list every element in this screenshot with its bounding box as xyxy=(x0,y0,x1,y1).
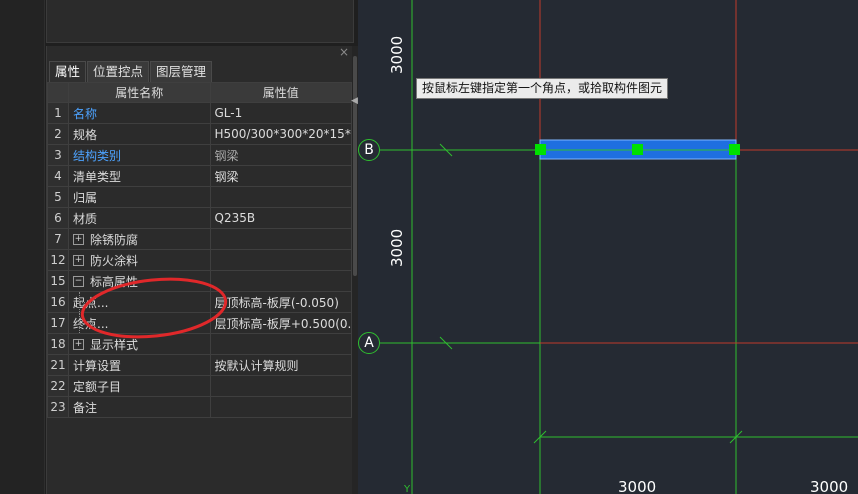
table-row[interactable]: 4 清单类型 钢梁 xyxy=(47,165,352,187)
expand-icon[interactable]: + xyxy=(73,338,84,350)
drawing-canvas[interactable]: 3000 3000 3000 3000 B A 按鼠标左键指定第一个角点，或拾取… xyxy=(358,0,858,494)
table-row[interactable]: 5 归属 xyxy=(47,186,352,208)
table-row[interactable]: 16 起点... 层顶标高-板厚(-0.050) xyxy=(47,291,352,313)
table-row[interactable]: 3 结构类别 钢梁 xyxy=(47,144,352,166)
table-row[interactable]: 2 规格 H500/300*300*20*15*15 xyxy=(47,123,352,145)
table-row[interactable]: 15 − 标高属性 xyxy=(47,270,352,292)
property-value[interactable] xyxy=(209,333,352,355)
row-number: 6 xyxy=(47,207,69,229)
property-value[interactable] xyxy=(209,249,352,271)
collapse-arrow-icon[interactable]: ◀ xyxy=(351,96,358,106)
property-name-label: 显示样式 xyxy=(90,337,139,352)
property-name-label: 除锈防腐 xyxy=(90,232,139,247)
property-value[interactable]: GL-1 xyxy=(209,102,352,124)
header-property-name: 属性名称 xyxy=(68,82,211,103)
property-name: 起点... xyxy=(68,291,211,313)
property-name-label: 标高属性 xyxy=(90,274,139,289)
row-number: 21 xyxy=(47,354,69,376)
panel-titlebar: × xyxy=(47,45,353,60)
tab-position-grips[interactable]: 位置控点 xyxy=(87,61,150,82)
property-name: 计算设置 xyxy=(68,354,211,376)
tab-properties[interactable]: 属性 xyxy=(49,61,87,82)
row-number: 4 xyxy=(47,165,69,187)
grip-middle[interactable] xyxy=(632,144,643,155)
row-number: 7 xyxy=(47,228,69,250)
property-value[interactable]: 按默认计算规则 xyxy=(209,354,352,376)
property-value[interactable]: 层顶标高-板厚(-0.050) xyxy=(209,291,352,313)
dimension-label-top: 3000 xyxy=(388,35,406,74)
table-row[interactable]: 7 + 除锈防腐 xyxy=(47,228,352,250)
expand-icon[interactable]: + xyxy=(73,254,84,266)
row-number: 22 xyxy=(47,375,69,397)
collapse-icon[interactable]: − xyxy=(73,275,84,287)
property-name: 名称 xyxy=(68,102,211,124)
property-value[interactable] xyxy=(209,375,352,397)
property-name: − 标高属性 xyxy=(68,270,211,292)
property-value[interactable] xyxy=(209,228,352,250)
row-number: 1 xyxy=(47,102,69,124)
table-row[interactable]: 21 计算设置 按默认计算规则 xyxy=(47,354,352,376)
row-number: 16 xyxy=(47,291,69,313)
property-name: 终点... xyxy=(68,312,211,334)
property-value[interactable]: 钢梁 xyxy=(209,165,352,187)
property-value[interactable] xyxy=(209,270,352,292)
table-row[interactable]: 1 名称 GL-1 xyxy=(47,102,352,124)
close-icon[interactable]: × xyxy=(339,45,349,59)
property-name: + 除锈防腐 xyxy=(68,228,211,250)
table-row[interactable]: 6 材质 Q235B xyxy=(47,207,352,229)
property-name: 归属 xyxy=(68,186,211,208)
row-number: 3 xyxy=(47,144,69,166)
row-number: 5 xyxy=(47,186,69,208)
row-number: 17 xyxy=(47,312,69,334)
property-name: 材质 xyxy=(68,207,211,229)
grid-drawing[interactable] xyxy=(358,0,858,494)
command-tooltip: 按鼠标左键指定第一个角点，或拾取构件图元 xyxy=(416,78,669,99)
property-name: 备注 xyxy=(68,396,211,418)
property-value[interactable]: 钢梁 xyxy=(209,144,352,166)
property-name: 清单类型 xyxy=(68,165,211,187)
axis-marker-b: B xyxy=(358,139,380,161)
dimension-label-bottom-1: 3000 xyxy=(618,478,657,494)
ucs-y-label: Y xyxy=(404,484,411,494)
property-value[interactable]: Q235B xyxy=(209,207,352,229)
grip-end[interactable] xyxy=(729,144,740,155)
property-name: 规格 xyxy=(68,123,211,145)
table-row[interactable]: 12 + 防火涂料 xyxy=(47,249,352,271)
property-name: 定额子目 xyxy=(68,375,211,397)
property-name-label: 防火涂料 xyxy=(90,253,139,268)
top-empty-panel xyxy=(46,0,354,43)
table-header: 属性名称 属性值 xyxy=(47,82,352,103)
panel-tabs: 属性 位置控点 图层管理 xyxy=(49,61,213,82)
row-number: 23 xyxy=(47,396,69,418)
table-row[interactable]: 22 定额子目 xyxy=(47,375,352,397)
row-number: 2 xyxy=(47,123,69,145)
table-row[interactable]: 17 终点... 层顶标高-板厚+0.500(0.450) xyxy=(47,312,352,334)
tab-layer-management[interactable]: 图层管理 xyxy=(150,61,213,82)
header-num xyxy=(47,82,69,103)
dimension-label-bottom-2: 3000 xyxy=(810,478,849,494)
property-name: + 防火涂料 xyxy=(68,249,211,271)
table-row[interactable]: 23 备注 xyxy=(47,396,352,418)
property-value[interactable] xyxy=(209,186,352,208)
header-property-value: 属性值 xyxy=(209,82,352,103)
property-table: 属性名称 属性值 1 名称 GL-1 2 规格 H500/300*300*20*… xyxy=(47,82,352,418)
row-number: 12 xyxy=(47,249,69,271)
row-number: 18 xyxy=(47,333,69,355)
property-value[interactable]: 层顶标高-板厚+0.500(0.450) xyxy=(209,312,352,334)
property-name: 结构类别 xyxy=(68,144,211,166)
property-value[interactable] xyxy=(209,396,352,418)
scrollbar-thumb[interactable] xyxy=(353,56,357,276)
row-number: 15 xyxy=(47,270,69,292)
property-value[interactable]: H500/300*300*20*15*15 xyxy=(209,123,352,145)
left-toolbar-strip xyxy=(0,0,45,494)
grip-start[interactable] xyxy=(535,144,546,155)
property-name: + 显示样式 xyxy=(68,333,211,355)
properties-panel: × 属性 位置控点 图层管理 属性名称 属性值 1 名称 GL-1 2 规格 H… xyxy=(46,45,353,494)
dimension-label-middle: 3000 xyxy=(388,228,406,267)
expand-icon[interactable]: + xyxy=(73,233,84,245)
axis-marker-a: A xyxy=(358,332,380,354)
table-row[interactable]: 18 + 显示样式 xyxy=(47,333,352,355)
